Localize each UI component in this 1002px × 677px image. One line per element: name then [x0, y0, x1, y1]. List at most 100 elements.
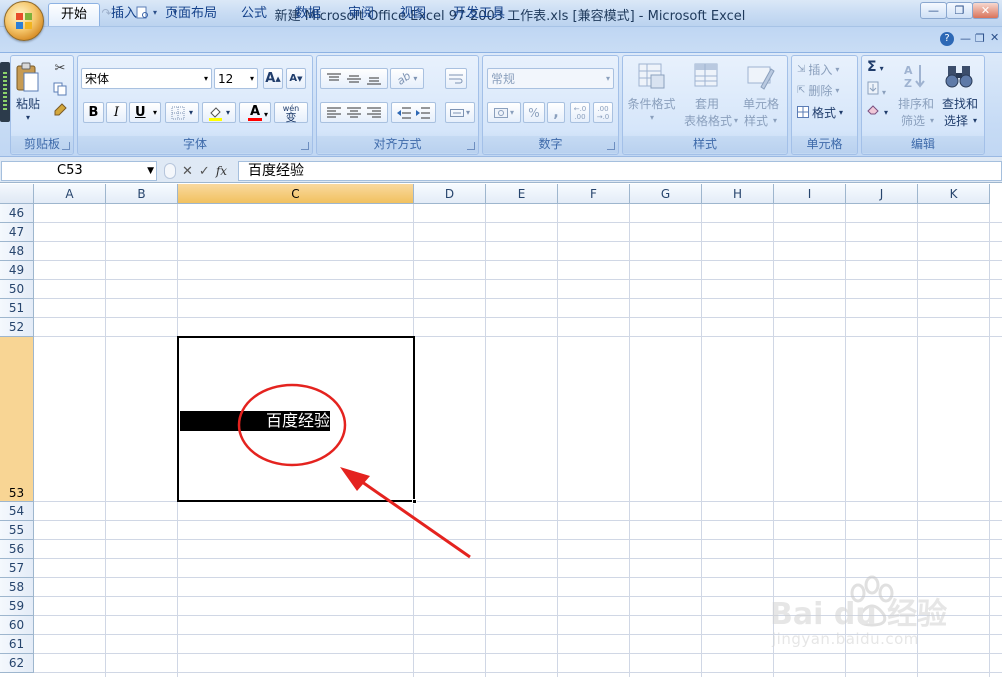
conditional-format-icon[interactable] — [636, 60, 666, 92]
row-header-52[interactable]: 52 — [0, 318, 34, 337]
horizontal-align-buttons[interactable] — [320, 102, 388, 123]
shrink-font-button[interactable]: A ▼ — [286, 68, 306, 89]
orientation-dropdown-icon[interactable]: ▾ — [413, 74, 417, 83]
conditional-format-dropdown-icon[interactable]: ▾ — [645, 110, 659, 126]
row-header-55[interactable]: 55 — [0, 521, 34, 540]
font-size-dropdown-icon[interactable]: ▾ — [250, 74, 254, 83]
column-header-k[interactable]: K — [918, 184, 990, 204]
orientation-button[interactable]: ab ▾ — [390, 68, 424, 89]
workbook-close-icon[interactable]: ✕ — [990, 31, 999, 44]
number-launcher-icon[interactable] — [607, 142, 615, 150]
close-button[interactable]: ✕ — [972, 2, 999, 19]
phonetic-button[interactable]: wén 变 — [274, 102, 308, 123]
column-header-i[interactable]: I — [774, 184, 846, 204]
borders-button[interactable]: ▾ — [165, 102, 199, 123]
font-size-select[interactable]: 12 ▾ — [214, 68, 258, 89]
column-header-g[interactable]: G — [630, 184, 702, 204]
table-format-icon[interactable] — [692, 60, 722, 92]
insert-cells-button[interactable]: ⇲ 插入 ▾ — [797, 60, 855, 78]
percent-button[interactable]: % — [523, 102, 545, 123]
format-dropdown-icon[interactable]: ▾ — [839, 108, 843, 117]
align-left-icon[interactable] — [327, 107, 341, 119]
column-header-j[interactable]: J — [846, 184, 918, 204]
row-header-58[interactable]: 58 — [0, 578, 34, 597]
alignment-launcher-icon[interactable] — [467, 142, 475, 150]
column-header-e[interactable]: E — [486, 184, 558, 204]
sort-filter-icon[interactable]: AZ — [901, 60, 931, 92]
active-cell-c53[interactable]: 百度经验 — [177, 336, 417, 504]
align-right-icon[interactable] — [367, 107, 381, 119]
copy-icon[interactable] — [52, 81, 68, 97]
row-header-51[interactable]: 51 — [0, 299, 34, 318]
name-box[interactable]: C53 ▼ — [1, 161, 157, 181]
table-format-dropdown-icon[interactable]: ▾ — [731, 113, 741, 129]
fill-handle[interactable] — [412, 499, 417, 504]
align-top-icon[interactable] — [327, 73, 341, 85]
row-header-56[interactable]: 56 — [0, 540, 34, 559]
column-header-h[interactable]: H — [702, 184, 774, 204]
cell-style-dropdown-icon[interactable]: ▾ — [770, 113, 780, 129]
help-icon[interactable]: ? — [940, 32, 954, 46]
row-header-47[interactable]: 47 — [0, 223, 34, 242]
number-format-dropdown-icon[interactable]: ▾ — [606, 74, 610, 83]
tab-page-layout[interactable]: 页面布局 — [153, 3, 229, 26]
font-name-dropdown-icon[interactable]: ▾ — [204, 74, 208, 83]
fill-color-button[interactable]: ▾ — [202, 102, 236, 123]
worksheet-grid[interactable]: ABCDEFGHIJK 46 47 48 49 50 51 52 53 54 55 56 57 58 59… — [0, 184, 1002, 677]
formula-bar-splitter[interactable] — [164, 163, 176, 179]
restore-button[interactable]: ❐ — [946, 2, 973, 19]
row-header-59[interactable]: 59 — [0, 597, 34, 616]
column-header-a[interactable]: A — [34, 184, 106, 204]
underline-dropdown-icon[interactable]: ▾ — [153, 108, 157, 117]
row-header-50[interactable]: 50 — [0, 280, 34, 299]
row-header-46[interactable]: 46 — [0, 204, 34, 223]
find-select-dropdown-icon[interactable]: ▾ — [970, 113, 980, 129]
font-launcher-icon[interactable] — [301, 142, 309, 150]
ribbon-minimize-icon[interactable]: — — [960, 32, 971, 45]
italic-button[interactable]: I — [106, 102, 127, 123]
tab-formulas[interactable]: 公式 — [229, 3, 279, 26]
name-box-dropdown-icon[interactable]: ▼ — [147, 162, 154, 180]
font-color-dropdown-icon[interactable]: ▾ — [264, 108, 268, 121]
borders-dropdown-icon[interactable]: ▾ — [189, 108, 193, 117]
increase-decimal-button[interactable]: ←.0.00 — [570, 102, 590, 123]
format-painter-icon[interactable] — [52, 102, 68, 118]
column-header-b[interactable]: B — [106, 184, 178, 204]
underline-button[interactable]: U ▾ — [129, 102, 161, 123]
row-header-48[interactable]: 48 — [0, 242, 34, 261]
column-header-c[interactable]: C — [178, 184, 414, 204]
clipboard-launcher-icon[interactable] — [62, 142, 70, 150]
row-header-62[interactable]: 62 — [0, 654, 34, 673]
column-header-d[interactable]: D — [414, 184, 486, 204]
tab-review[interactable]: 审阅 — [336, 3, 386, 26]
cell-style-icon[interactable] — [745, 60, 775, 92]
formula-input[interactable]: 百度经验 — [238, 161, 1002, 181]
indent-buttons[interactable] — [391, 102, 436, 123]
comma-button[interactable]: , — [547, 102, 565, 123]
align-bottom-icon[interactable] — [367, 73, 381, 85]
clear-icon[interactable]: ▾ — [867, 103, 895, 121]
grow-font-button[interactable]: A ▲ — [263, 68, 283, 89]
paste-dropdown-icon[interactable]: ▾ — [21, 110, 35, 126]
align-middle-icon[interactable] — [347, 73, 361, 85]
delete-dropdown-icon[interactable]: ▾ — [835, 86, 839, 95]
number-format-select[interactable]: 常规 ▾ — [487, 68, 614, 89]
merge-dropdown-icon[interactable]: ▾ — [466, 108, 470, 117]
office-button[interactable] — [4, 1, 44, 41]
accounting-dropdown-icon[interactable]: ▾ — [510, 108, 514, 117]
fill-icon[interactable]: ▾ — [867, 81, 895, 99]
sort-filter-button[interactable]: 筛选 — [898, 113, 928, 129]
row-header-60[interactable]: 60 — [0, 616, 34, 635]
tab-view[interactable]: 视图 — [388, 3, 438, 26]
insert-dropdown-icon[interactable]: ▾ — [835, 65, 839, 74]
accounting-format-button[interactable]: ▾ — [487, 102, 521, 123]
paste-icon[interactable] — [14, 60, 42, 94]
wrap-text-button[interactable] — [445, 68, 467, 89]
find-select-button[interactable]: 选择 — [941, 113, 971, 129]
table-format-button[interactable]: 表格格式 — [680, 113, 736, 129]
fill-color-dropdown-icon[interactable]: ▾ — [226, 108, 230, 117]
sort-filter-dropdown-icon[interactable]: ▾ — [927, 113, 937, 129]
delete-cells-button[interactable]: ⇱ 删除 ▾ — [797, 81, 855, 99]
binoculars-icon[interactable] — [944, 60, 974, 92]
column-header-f[interactable]: F — [558, 184, 630, 204]
